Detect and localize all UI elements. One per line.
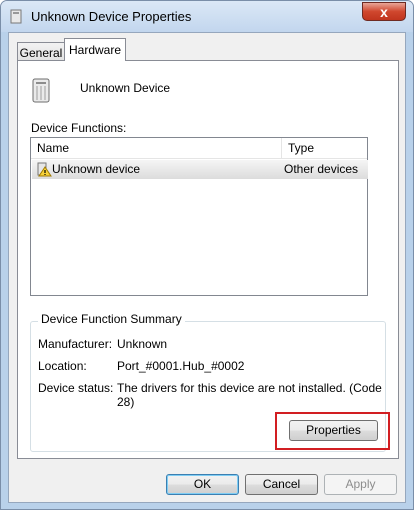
properties-button[interactable]: Properties xyxy=(289,420,378,441)
close-button[interactable]: x xyxy=(362,2,406,21)
tab-hardware[interactable]: Hardware xyxy=(64,38,126,61)
window-title: Unknown Device Properties xyxy=(31,9,192,24)
location-label: Location: xyxy=(38,359,87,373)
device-name: Unknown Device xyxy=(80,81,171,95)
tab-general[interactable]: General xyxy=(17,42,65,60)
device-status-label: Device status: xyxy=(38,381,114,395)
device-status-value: The drivers for this device are not inst… xyxy=(117,381,382,409)
manufacturer-value: Unknown xyxy=(117,337,168,351)
list-item[interactable]: Unknown device Other devices xyxy=(32,160,368,179)
dialog-client-area: General Hardware Unknown Device Device F… xyxy=(8,32,406,503)
warning-device-icon xyxy=(37,162,52,177)
properties-window: Unknown Device Properties x General Hard… xyxy=(0,0,414,510)
device-icon xyxy=(32,78,50,103)
column-header-type[interactable]: Type xyxy=(282,138,367,159)
location-value: Port_#0001.Hub_#0002 xyxy=(117,359,245,373)
manufacturer-label: Manufacturer: xyxy=(38,337,113,351)
device-function-name: Unknown device xyxy=(52,162,141,176)
hardware-tab-panel: Unknown Device Device Functions: Name Ty… xyxy=(17,60,399,459)
close-icon: x xyxy=(380,4,388,20)
summary-title: Device Function Summary xyxy=(38,312,185,326)
device-icon xyxy=(10,9,22,24)
device-function-type: Other devices xyxy=(284,162,359,176)
column-header-name[interactable]: Name xyxy=(31,138,282,159)
title-bar[interactable]: Unknown Device Properties x xyxy=(1,1,413,32)
device-functions-list[interactable]: Name Type Unknown device Other devices xyxy=(30,137,368,296)
ok-button[interactable]: OK xyxy=(166,474,239,495)
apply-button[interactable]: Apply xyxy=(324,474,397,495)
device-functions-label: Device Functions: xyxy=(31,121,127,135)
cancel-button[interactable]: Cancel xyxy=(245,474,318,495)
